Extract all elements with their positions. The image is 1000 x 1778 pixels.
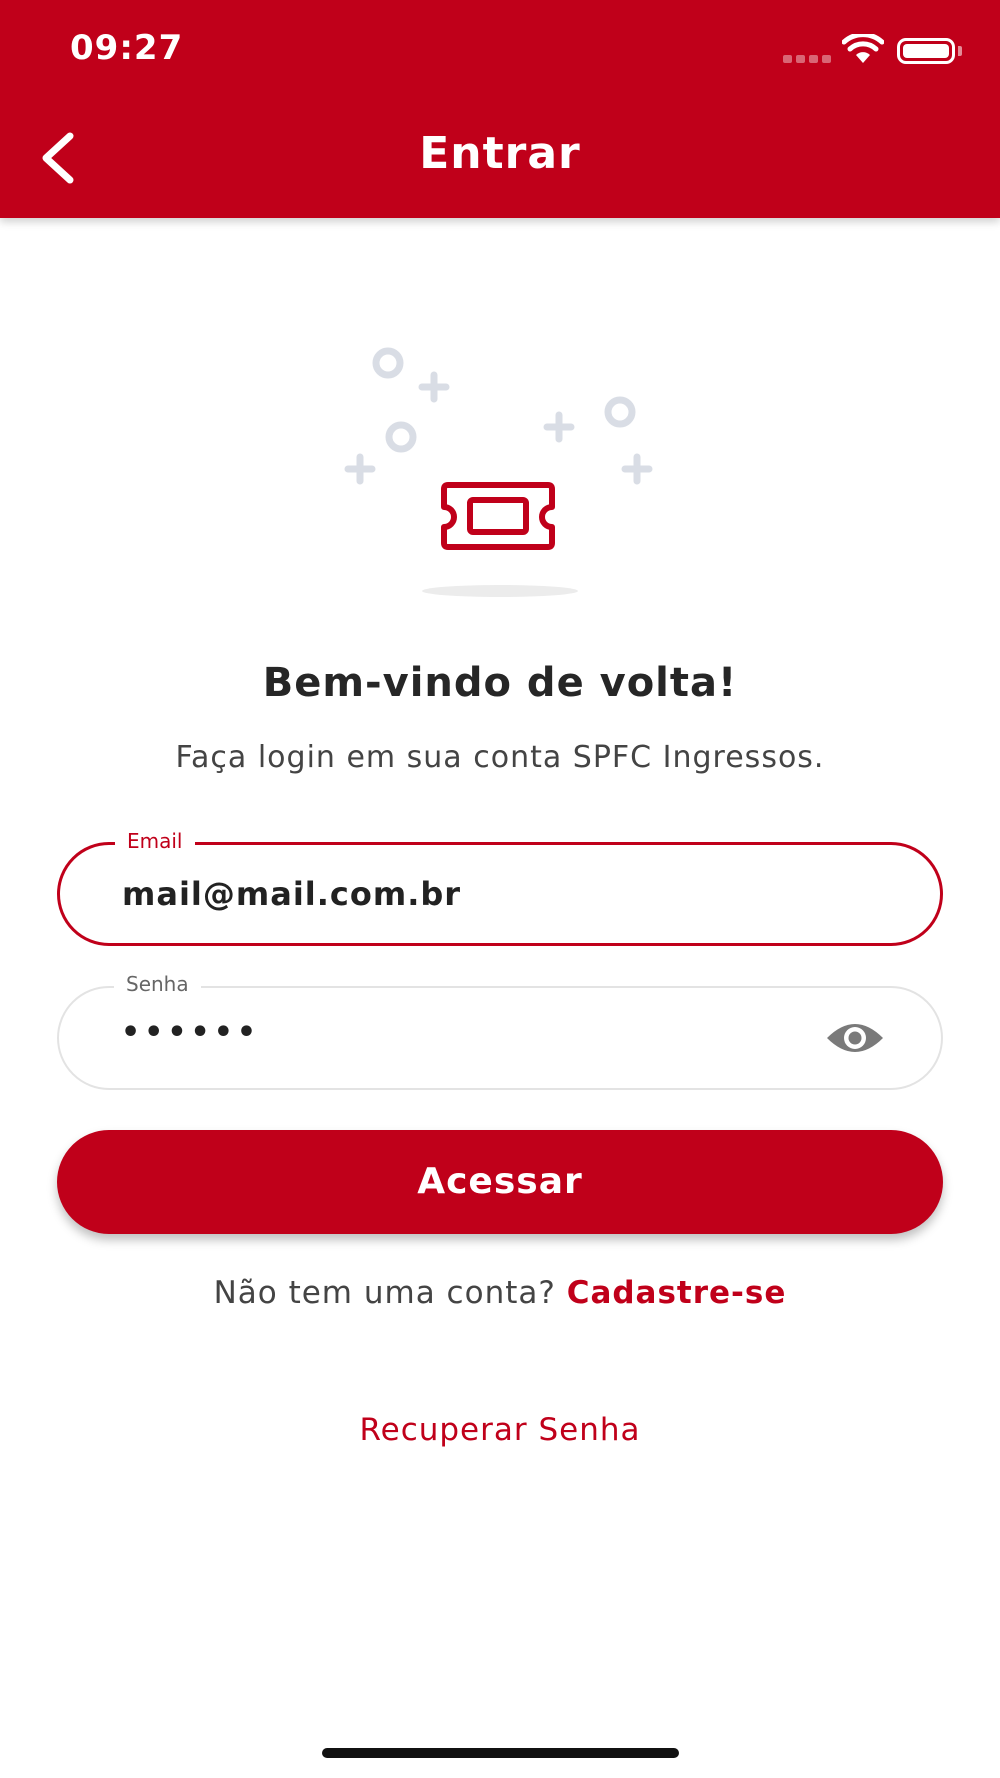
decor-circle-icon: [604, 396, 636, 428]
illustration-shadow: [422, 585, 578, 597]
decor-plus-icon: [418, 371, 450, 403]
app-header: 09:27 Entrar: [0, 0, 1000, 218]
wifi-icon: [842, 34, 884, 63]
ticket-illustration: [344, 347, 653, 597]
welcome-subtitle: Faça login em sua conta SPFC Ingressos.: [175, 740, 825, 775]
home-indicator[interactable]: [322, 1748, 679, 1758]
decor-circle-icon: [385, 421, 417, 453]
welcome-title: Bem-vindo de volta!: [262, 660, 738, 706]
decor-plus-icon: [543, 411, 575, 443]
signup-prompt: Não tem uma conta?: [213, 1275, 556, 1311]
recover-password-link[interactable]: Recuperar Senha: [0, 1412, 1000, 1448]
cellular-signal-icon: [783, 55, 831, 63]
password-input[interactable]: ••••••: [121, 982, 821, 1082]
eye-icon[interactable]: [824, 1016, 886, 1060]
signup-row: Não tem uma conta? Cadastre-se: [0, 1275, 1000, 1311]
decor-plus-icon: [344, 453, 376, 485]
email-input[interactable]: mail@mail.com.br: [122, 845, 822, 943]
login-button[interactable]: Acessar: [57, 1130, 943, 1234]
battery-icon: [897, 38, 955, 64]
status-time: 09:27: [70, 28, 184, 68]
password-field[interactable]: Senha ••••••: [57, 972, 943, 1090]
ticket-icon: [441, 482, 555, 550]
signup-link[interactable]: Cadastre-se: [567, 1275, 787, 1311]
decor-circle-icon: [372, 347, 404, 379]
battery-cap: [958, 46, 962, 56]
email-field[interactable]: Email mail@mail.com.br: [57, 829, 943, 946]
page-title: Entrar: [419, 128, 581, 179]
decor-plus-icon: [621, 453, 653, 485]
